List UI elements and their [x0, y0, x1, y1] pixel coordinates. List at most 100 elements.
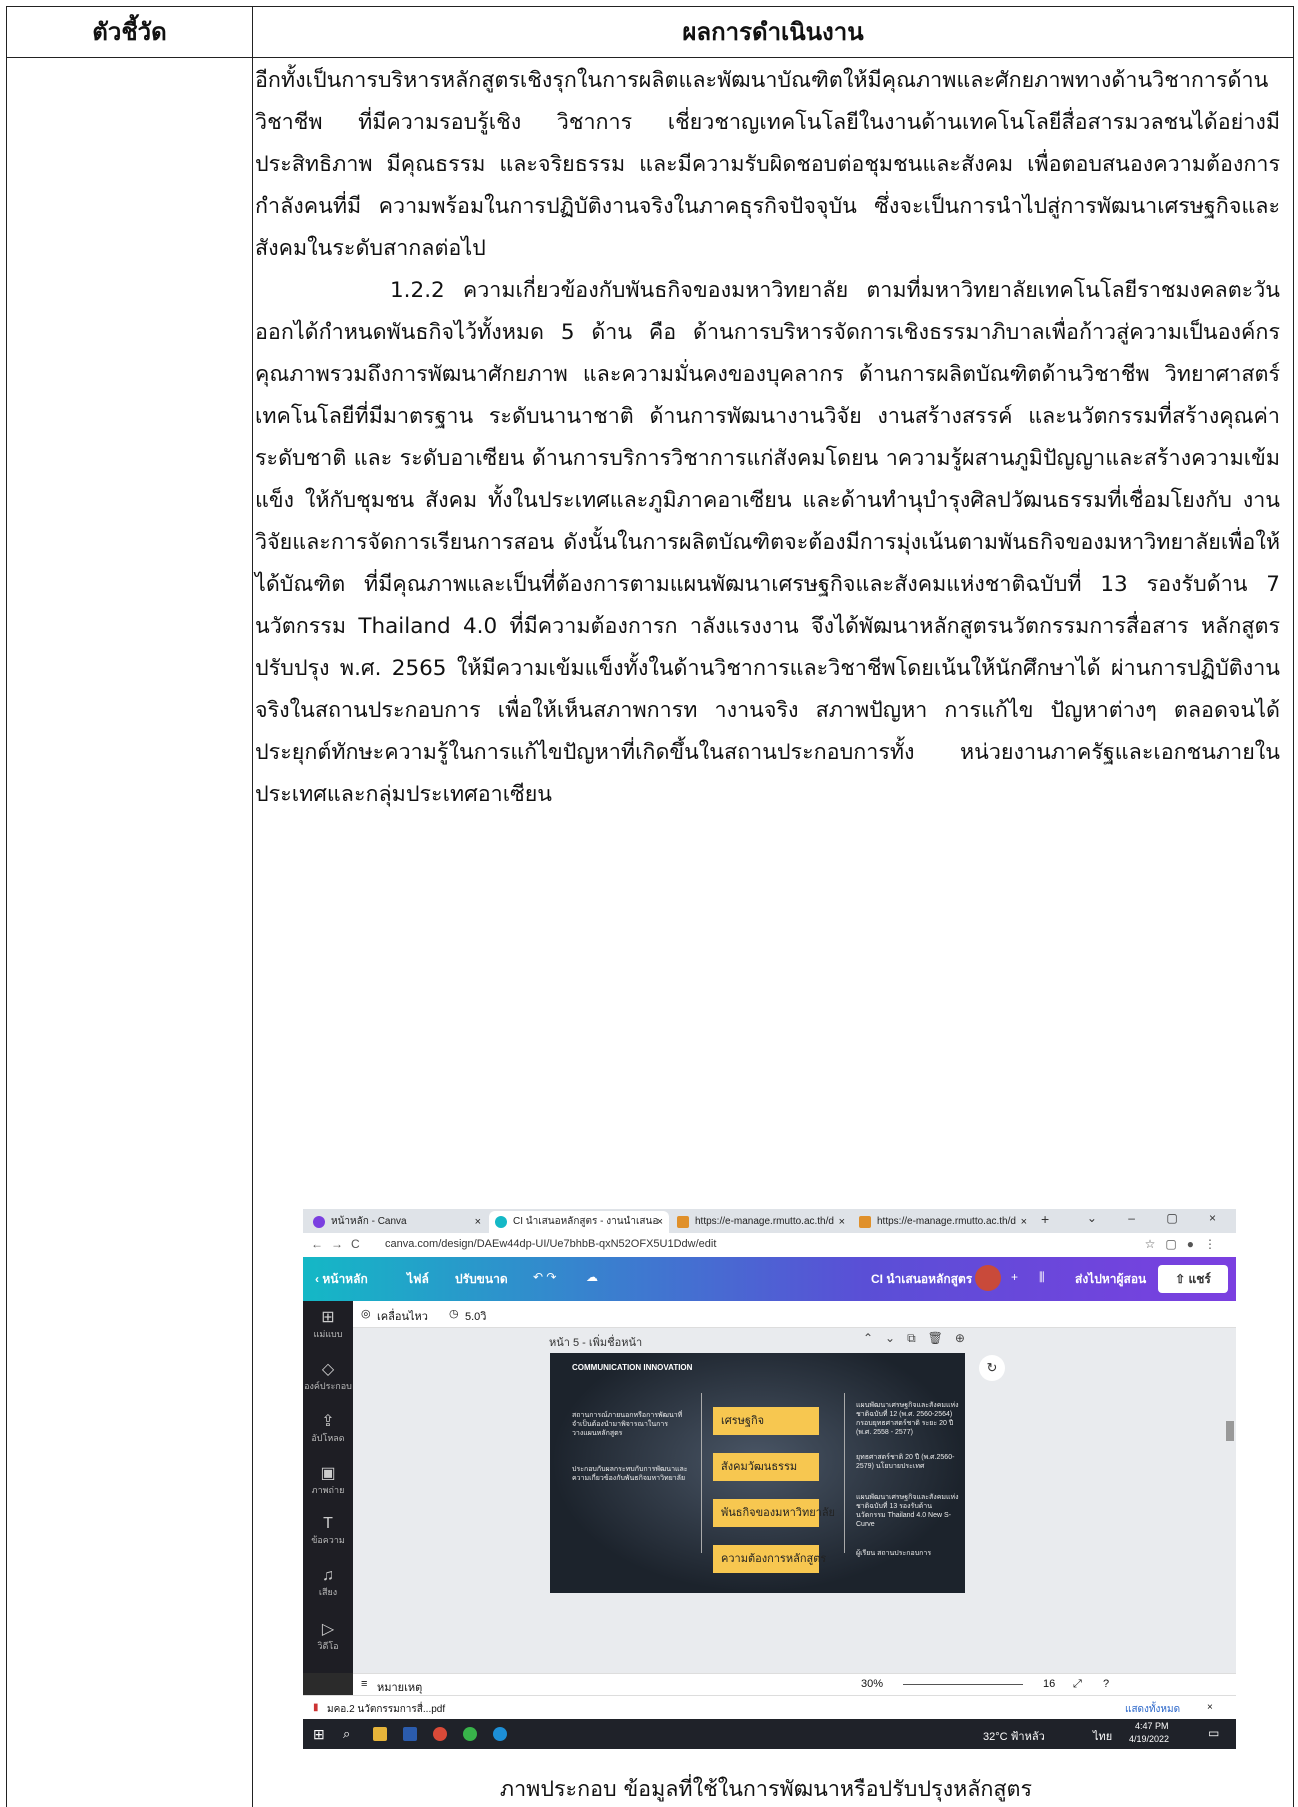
sidebar-item-video[interactable]: ▷ วิดีโอ [303, 1619, 353, 1653]
slide-box: สังคมวัฒนธรรม [713, 1453, 819, 1481]
browser-tab[interactable]: https://e-manage.rmutto.ac.th/d × [671, 1211, 851, 1233]
slide-left-text: สถานการณ์ภายนอกหรือการพัฒนาที่จำเป็นต้อง… [572, 1412, 683, 1437]
divider [844, 1393, 845, 1553]
canva-toolbar: ‹ หน้าหลัก ไฟล์ ปรับขนาด ↶ ↷ ☁ CI นำเสนอ… [303, 1257, 1236, 1301]
header-result: ผลการดำเนินงาน [682, 18, 864, 46]
download-file[interactable]: มคอ.2 นวัตกรรมการสื่...pdf [327, 1702, 445, 1717]
new-tab-icon[interactable]: + [1041, 1211, 1049, 1227]
share-button[interactable]: ⇧ แชร์ [1158, 1265, 1228, 1293]
divider [701, 1393, 702, 1553]
canva-icon [313, 1216, 325, 1228]
file-menu[interactable]: ไฟล์ [407, 1270, 429, 1289]
url-field[interactable]: canva.com/design/DAEw44dp-UI/Ue7bhbB-qxN… [385, 1238, 716, 1250]
scrollbar[interactable] [1226, 1421, 1234, 1441]
sidebar-item-text[interactable]: T ข้อความ [303, 1515, 353, 1547]
column-divider [252, 7, 253, 1807]
search-icon[interactable]: ⌕ [343, 1726, 350, 1742]
sidebar-item-uploads[interactable]: ⇪ อัปโหลด [303, 1411, 353, 1445]
clock-icon: ◷ [449, 1308, 459, 1320]
header-indicator: ตัวชี้วัด [92, 18, 167, 46]
slide-box: พันธกิจของมหาวิทยาลัย [713, 1499, 835, 1527]
close-icon[interactable]: × [1207, 1702, 1213, 1713]
zoom-level: 30% [861, 1678, 884, 1690]
paragraph-2: 1.2.2 ความเกี่ยวข้องกับพันธกิจของมหาวิทย… [255, 278, 1280, 807]
share-label: แชร์ [1188, 1272, 1211, 1286]
fullscreen-icon[interactable]: ⤢ [1073, 1678, 1082, 1691]
canvas-workarea: ◎ เคลื่อนไหว ◷ 5.0วิ หน้า 5 - เพิ่มชื่อห… [353, 1301, 1236, 1673]
animate-button[interactable]: เคลื่อนไหว [377, 1307, 428, 1325]
clock-time: 4:47 PM [1135, 1721, 1169, 1731]
sidebar-label: ข้อความ [311, 1535, 345, 1545]
line-icon[interactable] [463, 1727, 477, 1741]
close-icon[interactable]: × [657, 1211, 663, 1233]
duration-button[interactable]: 5.0วิ [465, 1307, 486, 1325]
page-controls-icon[interactable]: ⌃⌄⧉🗑⊕ [863, 1331, 977, 1346]
sidebar-item-audio[interactable]: ♫ เสียง [303, 1567, 353, 1599]
sidebar-item-photos[interactable]: ▣ ภาพถ่าย [303, 1463, 353, 1497]
tab-title: หน้าหลัก - Canva [331, 1216, 407, 1227]
sidebar-label: แม่แบบ [313, 1329, 343, 1339]
help-icon[interactable]: ? [1103, 1678, 1109, 1690]
close-icon[interactable]: × [1021, 1211, 1027, 1233]
page-label[interactable]: หน้า 5 - เพิ่มชื่อหน้า [549, 1333, 642, 1351]
notes-icon[interactable]: ≡ [361, 1678, 367, 1690]
close-icon[interactable]: × [839, 1211, 845, 1233]
edge-icon[interactable] [493, 1727, 507, 1741]
slide-box: ความต้องการหลักสูตร [713, 1545, 826, 1573]
sidebar-item-elements[interactable]: ◇ องค์ประกอบ [303, 1359, 353, 1393]
windows-start-icon[interactable]: ⊞ [313, 1726, 325, 1743]
nav-arrows-icon[interactable]: ←→C [311, 1237, 368, 1251]
undo-redo-icon[interactable]: ↶ ↷ [533, 1270, 556, 1284]
slide-preview[interactable]: COMMUNICATION INNOVATION สถานการณ์ภายนอก… [550, 1353, 965, 1593]
slide-left-text: ประกอบกับผลกระทบกับการพัฒนาและความเกี่ยว… [572, 1466, 688, 1482]
photo-icon: ▣ [320, 1465, 336, 1482]
browser-tab[interactable]: หน้าหลัก - Canva × [307, 1211, 487, 1233]
notes-button[interactable]: หมายเหตุ [377, 1678, 422, 1696]
weather-text[interactable]: 32°C ฟ้าหลัว [983, 1727, 1045, 1745]
animation-bar: ◎ เคลื่อนไหว ◷ 5.0วิ [353, 1301, 1236, 1328]
sidebar-label: ภาพถ่าย [311, 1485, 345, 1495]
notification-icon[interactable]: ▭ [1208, 1726, 1219, 1740]
browser-tab-active[interactable]: CI นำเสนอหลักสูตร - งานนำเสนอ × [489, 1211, 669, 1233]
slide-box: เศรษฐกิจ [713, 1407, 819, 1435]
close-icon[interactable]: × [475, 1211, 481, 1233]
slide-logo: COMMUNICATION INNOVATION [572, 1363, 693, 1372]
cloud-save-icon[interactable]: ☁ [586, 1270, 598, 1284]
avatar[interactable] [975, 1265, 1001, 1291]
resize-menu[interactable]: ปรับขนาด [455, 1270, 508, 1289]
document-title[interactable]: CI นำเสนอหลักสูตร [871, 1270, 972, 1289]
refresh-icon[interactable]: ↻ [979, 1355, 1005, 1381]
browser-actions-icon[interactable]: ☆▢●⋮ [1145, 1237, 1226, 1251]
address-bar: ←→C canva.com/design/DAEw44dp-UI/Ue7bhbB… [303, 1233, 1236, 1258]
slide-right-text: แผนพัฒนาเศรษฐกิจและสังคมแห่งชาติฉบับที่ … [856, 1402, 959, 1436]
sidebar-label: เสียง [318, 1587, 338, 1597]
word-icon[interactable] [403, 1727, 417, 1741]
send-to-teacher-button[interactable]: ส่งไปหาผู้สอน [1075, 1270, 1146, 1289]
sidebar-label: วิดีโอ [317, 1641, 339, 1651]
upload-icon: ⇪ [321, 1413, 335, 1430]
clock-date: 4/19/2022 [1129, 1734, 1170, 1744]
add-user-icon[interactable]: + [1011, 1270, 1018, 1284]
zoom-slider[interactable] [903, 1684, 1023, 1685]
slide-right-text: ผู้เรียน สถานประกอบการ [856, 1550, 932, 1557]
insights-icon[interactable]: ⫼ [1039, 1270, 1045, 1285]
chrome-icon[interactable] [433, 1727, 447, 1741]
language-indicator[interactable]: ไทย [1093, 1727, 1112, 1745]
animate-icon[interactable]: ◎ [361, 1307, 371, 1320]
text-icon: T [323, 1515, 333, 1532]
show-all-button[interactable]: แสดงทั้งหมด [1125, 1702, 1180, 1717]
pdf-icon: ▮ [313, 1702, 319, 1713]
page-count[interactable]: 16 [1043, 1678, 1055, 1690]
window-controls[interactable]: ⌄ – ▢ × [1087, 1211, 1230, 1225]
sidebar-item-templates[interactable]: ⊞ แม่แบบ [303, 1307, 353, 1341]
file-explorer-icon[interactable] [373, 1727, 387, 1741]
canva-screenshot: หน้าหลัก - Canva × CI นำเสนอหลักสูตร - งา… [303, 1209, 1236, 1749]
browser-tab[interactable]: https://e-manage.rmutto.ac.th/d × [853, 1211, 1033, 1233]
figure-caption: ภาพประกอบ ข้อมูลที่ใช้ในการพัฒนาหรือปรับ… [499, 1777, 1033, 1802]
home-link[interactable]: ‹ หน้าหลัก [315, 1270, 368, 1289]
tab-title: CI นำเสนอหลักสูตร - งานนำเสนอ [513, 1216, 659, 1227]
sidebar-label: อัปโหลด [311, 1433, 345, 1443]
windows-taskbar: ⊞ ⌕ 32°C ฟ้าหลัว ไทย 4:47 PM 4/19/2022 ▭ [303, 1719, 1236, 1749]
site-icon [859, 1216, 871, 1228]
slide-right-text: แผนพัฒนาเศรษฐกิจและสังคมแห่งชาติฉบับที่ … [856, 1494, 959, 1528]
